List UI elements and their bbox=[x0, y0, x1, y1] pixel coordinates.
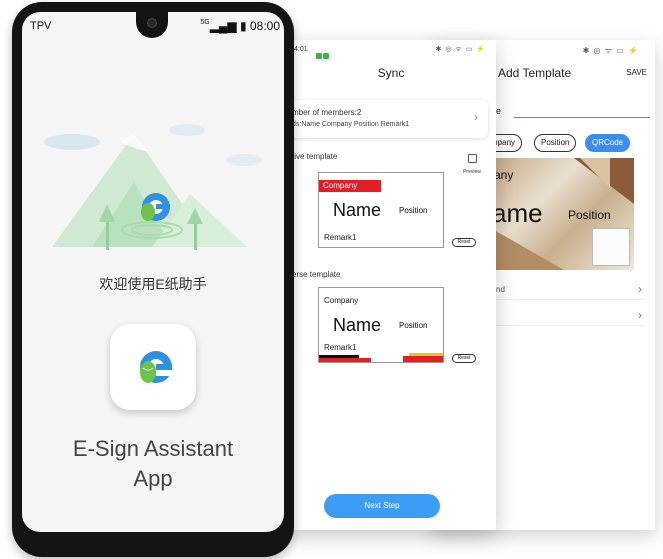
members-count: mber of members:2 bbox=[292, 108, 362, 117]
card-name: Name bbox=[333, 200, 382, 220]
preview-position: Position bbox=[568, 208, 611, 222]
card-company: Company bbox=[324, 296, 359, 305]
reverse-template-label: erse template bbox=[292, 270, 341, 279]
page-title: Sync bbox=[377, 66, 405, 80]
preview-name: ame bbox=[492, 198, 543, 228]
splash-screen: TPV 5G▂▄▆ ▮ 08:00 欢迎使用E纸助手 E-Sign Assist… bbox=[22, 12, 284, 532]
list-row[interactable]: › bbox=[494, 306, 644, 326]
decor-stripe bbox=[319, 358, 371, 362]
reverse-template-card[interactable]: Company Name Position Remark1 bbox=[318, 287, 444, 363]
reset-button[interactable]: Reset bbox=[452, 238, 476, 247]
status-bar: 5G▂▄▆ ▮ 08:00 bbox=[200, 19, 280, 33]
positive-template-label: tive template bbox=[292, 152, 338, 161]
sync-screen: 4:01 ✱ ◎ ᯤ ▭ ⚡ Sync mber of members:2 ds… bbox=[286, 40, 496, 530]
members-card[interactable]: mber of members:2 ds:Name Company Positi… bbox=[286, 100, 488, 138]
chevron-right-icon: › bbox=[474, 110, 478, 124]
app-logo-icon bbox=[140, 351, 172, 383]
qrcode-placeholder bbox=[592, 228, 630, 266]
decor-stripe bbox=[403, 356, 443, 362]
app-icon[interactable] bbox=[110, 324, 196, 410]
fields-list: ds:Name Company Position Remark1 bbox=[292, 121, 410, 128]
decor-triangle bbox=[580, 158, 610, 188]
card-position: Position bbox=[399, 321, 428, 330]
preview-button[interactable]: Preview bbox=[460, 150, 484, 175]
phone-frame: TPV 5G▂▄▆ ▮ 08:00 欢迎使用E纸助手 E-Sign Assist… bbox=[12, 2, 294, 557]
notification-icons bbox=[316, 46, 330, 59]
clock: 08:00 bbox=[249, 19, 280, 33]
battery-icon: ▮ bbox=[240, 19, 247, 33]
name-field-label: e bbox=[496, 106, 502, 116]
status-icons: ✱ ◎ ᯤ ▭ ⚡ bbox=[582, 46, 639, 55]
mountain-illustration bbox=[44, 124, 262, 250]
app-name: E-Sign Assistant bbox=[72, 436, 234, 461]
card-name: Name bbox=[333, 315, 382, 335]
row-label: nd bbox=[496, 285, 505, 294]
signal-icon: ▂▄▆ bbox=[209, 19, 237, 33]
chevron-right-icon: › bbox=[638, 282, 642, 296]
network-label: 5G bbox=[200, 19, 210, 26]
card-company: Company bbox=[323, 181, 358, 190]
preview-label: Preview bbox=[463, 169, 481, 175]
positive-template-card[interactable]: Company Name Position Remark1 bbox=[318, 172, 444, 248]
carrier-label: TPV bbox=[30, 20, 52, 32]
save-button[interactable]: SAVE bbox=[626, 68, 647, 77]
camera-icon bbox=[147, 18, 157, 28]
card-remark: Remark1 bbox=[324, 343, 357, 352]
preview-icon bbox=[467, 154, 477, 163]
stage: ✱ ◎ ᯤ ▭ ⚡ Add Template SAVE e mpany Posi… bbox=[0, 0, 663, 559]
welcome-text: 欢迎使用E纸助手 bbox=[99, 276, 207, 292]
decor-triangle bbox=[494, 230, 564, 270]
chip-qrcode[interactable]: QRCode bbox=[585, 134, 631, 152]
chevron-right-icon: › bbox=[638, 308, 642, 322]
status-icons: ✱ ◎ ᯤ ▭ ⚡ bbox=[435, 46, 486, 53]
name-input[interactable] bbox=[514, 117, 650, 118]
card-position: Position bbox=[399, 206, 428, 215]
chip-position[interactable]: Position bbox=[534, 134, 577, 152]
preview-company: any bbox=[494, 168, 514, 182]
card-remark: Remark1 bbox=[324, 233, 357, 242]
list-row-background[interactable]: nd › bbox=[494, 280, 644, 300]
app-name-line2: App bbox=[133, 466, 173, 491]
page-title: Add Template bbox=[498, 66, 572, 80]
next-step-button[interactable]: Next Step bbox=[324, 494, 440, 518]
reset-button[interactable]: Reset bbox=[452, 354, 476, 363]
status-time: 4:01 bbox=[294, 46, 308, 53]
